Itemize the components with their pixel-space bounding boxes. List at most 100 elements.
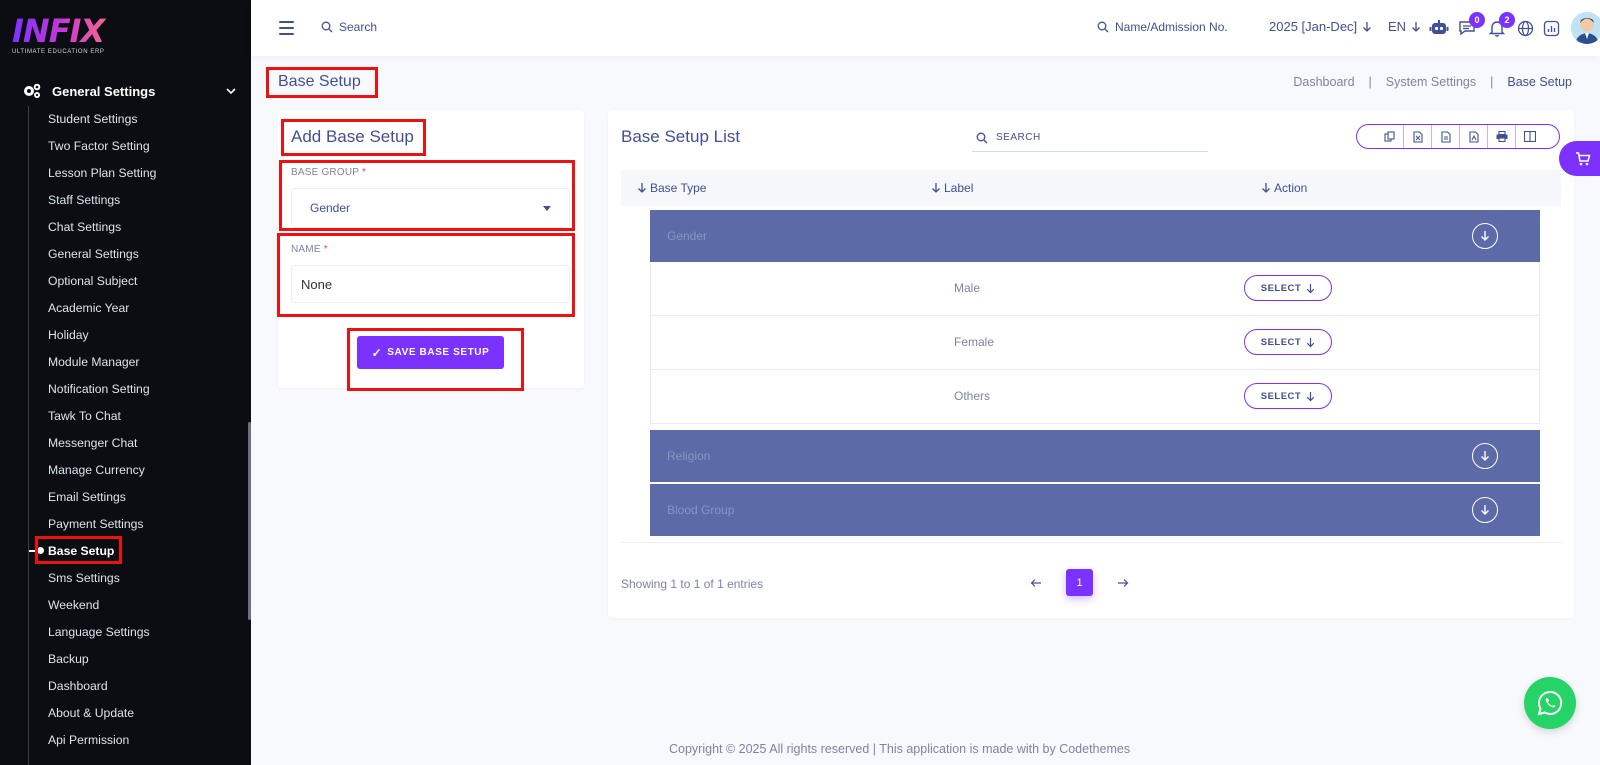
sidebar-item[interactable]: Staff Settings — [48, 192, 156, 219]
language-selector[interactable]: EN — [1388, 19, 1421, 34]
sort-arrow-icon — [932, 183, 940, 193]
group-row-gender[interactable]: Gender — [650, 210, 1540, 262]
save-base-setup-button[interactable]: ✓ SAVE BASE SETUP — [357, 336, 504, 369]
base-group-label: BASE GROUP * — [291, 167, 367, 178]
bell-icon[interactable]: 2 — [1487, 12, 1515, 38]
whatsapp-icon[interactable] — [1524, 677, 1576, 729]
sidebar-item[interactable]: Backup — [48, 651, 156, 678]
sidebar-item[interactable]: Messenger Chat — [48, 435, 156, 462]
notifications-badge: 2 — [1499, 12, 1515, 28]
sidebar-item[interactable]: Language Settings — [48, 624, 156, 651]
sidebar-item[interactable]: Academic Year — [48, 300, 156, 327]
search-icon — [976, 132, 988, 143]
breadcrumb-system-settings[interactable]: System Settings — [1386, 75, 1476, 89]
arrow-down-icon — [1307, 337, 1315, 347]
sidebar-item[interactable]: Holiday — [48, 327, 156, 354]
select-button[interactable]: SELECT — [1244, 383, 1332, 409]
breadcrumb-dashboard[interactable]: Dashboard — [1293, 75, 1354, 89]
arrow-circle-down-icon[interactable] — [1472, 443, 1498, 469]
sidebar-item[interactable]: Sms Settings — [48, 570, 156, 597]
hamburger-icon[interactable] — [279, 21, 294, 35]
copy-icon[interactable] — [1375, 125, 1403, 148]
breadcrumb-separator: | — [1368, 75, 1372, 89]
sidebar-item-label: Backup — [48, 652, 89, 666]
add-base-setup-card: Add Base Setup BASE GROUP * Gender NAME … — [278, 110, 584, 388]
robot-icon[interactable] — [1429, 18, 1449, 38]
sidebar-item-label: Two Factor Setting — [48, 139, 150, 153]
select-button[interactable]: SELECT — [1244, 275, 1332, 301]
sidebar-item[interactable]: About & Update — [48, 705, 156, 732]
sidebar-item[interactable]: Base Setup — [29, 543, 156, 570]
sidebar-section-general-settings[interactable]: General Settings — [22, 80, 237, 102]
arrow-circle-down-icon[interactable] — [1472, 497, 1498, 523]
list-search-input[interactable]: SEARCH — [972, 124, 1208, 152]
group-row-blood-group[interactable]: Blood Group — [650, 484, 1540, 536]
sidebar-item[interactable]: Api Permission — [48, 732, 156, 759]
breadcrumb: Dashboard | System Settings | Base Setup — [1293, 75, 1572, 89]
globe-icon[interactable] — [1515, 18, 1535, 38]
sidebar-item[interactable]: Payment Settings — [48, 516, 156, 543]
sidebar-item[interactable]: Chat Settings — [48, 219, 156, 246]
excel-icon[interactable] — [1403, 125, 1431, 148]
sidebar-item-label: Student Settings — [48, 112, 138, 126]
gears-icon — [24, 83, 41, 98]
avatar[interactable] — [1571, 12, 1600, 44]
column-label[interactable]: Label — [931, 181, 973, 195]
base-group-select[interactable]: Gender — [291, 188, 570, 228]
cart-icon[interactable] — [1559, 141, 1600, 176]
sidebar-item[interactable]: Email Settings — [48, 489, 156, 516]
name-input[interactable] — [291, 265, 570, 303]
base-group-value: Gender — [310, 201, 351, 215]
top-navbar: Search Name/Admission No. 2025 [Jan-Dec]… — [251, 0, 1600, 56]
csv-icon[interactable] — [1431, 125, 1459, 148]
sidebar-item[interactable]: Tawk To Chat — [48, 408, 156, 435]
sidebar-item[interactable]: Weekend — [48, 597, 156, 624]
page-number[interactable]: 1 — [1066, 569, 1093, 596]
select-button[interactable]: SELECT — [1244, 329, 1332, 355]
sidebar-item[interactable]: General Settings — [48, 246, 156, 273]
sidebar-item[interactable]: Student Settings — [48, 111, 156, 138]
page-title: Base Setup — [278, 73, 361, 90]
messages-badge: 0 — [1469, 12, 1485, 28]
sidebar-item-label: Academic Year — [48, 301, 130, 315]
sidebar-item[interactable]: Notification Setting — [48, 381, 156, 408]
pdf-icon[interactable] — [1459, 125, 1487, 148]
app-logo[interactable]: INFIX ULTIMATE EDUCATION ERP — [12, 14, 112, 60]
sidebar-scrollbar[interactable] — [248, 422, 251, 620]
print-icon[interactable] — [1487, 125, 1515, 148]
sidebar-item[interactable]: Two Factor Setting — [48, 138, 156, 165]
breadcrumb-current[interactable]: Base Setup — [1507, 75, 1572, 89]
column-base-type[interactable]: Base Type — [637, 181, 706, 195]
sidebar-item[interactable]: Dashboard — [48, 678, 156, 705]
sidebar-item-label: Weekend — [48, 598, 100, 612]
sidebar-item-label: Api Permission — [48, 733, 130, 747]
pagination: 1 — [1026, 569, 1133, 596]
sidebar-item[interactable]: Optional Subject — [48, 273, 156, 300]
prev-page-icon[interactable] — [1026, 570, 1046, 596]
group-name: Blood Group — [667, 503, 735, 517]
caret-down-icon — [543, 205, 551, 211]
columns-icon[interactable] — [1515, 125, 1543, 148]
sidebar-item[interactable]: Manage Currency — [48, 462, 156, 489]
sidebar-item-label: Lesson Plan Setting — [48, 166, 157, 180]
arrow-down-icon — [1412, 21, 1421, 32]
session-selector[interactable]: 2025 [Jan-Dec] — [1269, 19, 1372, 34]
sidebar-item[interactable]: Lesson Plan Setting — [48, 165, 156, 192]
admission-search[interactable]: Name/Admission No. — [1097, 20, 1228, 34]
sidebar-item[interactable]: Module Manager — [48, 354, 156, 381]
next-page-icon[interactable] — [1113, 570, 1133, 596]
sort-arrow-icon — [638, 183, 646, 193]
group-row-religion[interactable]: Religion — [650, 430, 1540, 482]
column-action[interactable]: Action — [1261, 181, 1307, 195]
global-search[interactable]: Search — [321, 20, 377, 34]
row-label: Female — [954, 335, 995, 349]
arrow-down-icon — [1307, 283, 1315, 293]
check-icon: ✓ — [371, 345, 383, 360]
admission-search-placeholder: Name/Admission No. — [1115, 20, 1228, 34]
sidebar-item-label: Manage Currency — [48, 463, 145, 477]
table-row: Female SELECT — [650, 316, 1540, 370]
chat-icon[interactable]: 0 — [1457, 12, 1485, 38]
chart-icon[interactable] — [1541, 18, 1561, 38]
sidebar-section-label: General Settings — [52, 83, 156, 99]
arrow-circle-down-icon[interactable] — [1472, 223, 1498, 249]
